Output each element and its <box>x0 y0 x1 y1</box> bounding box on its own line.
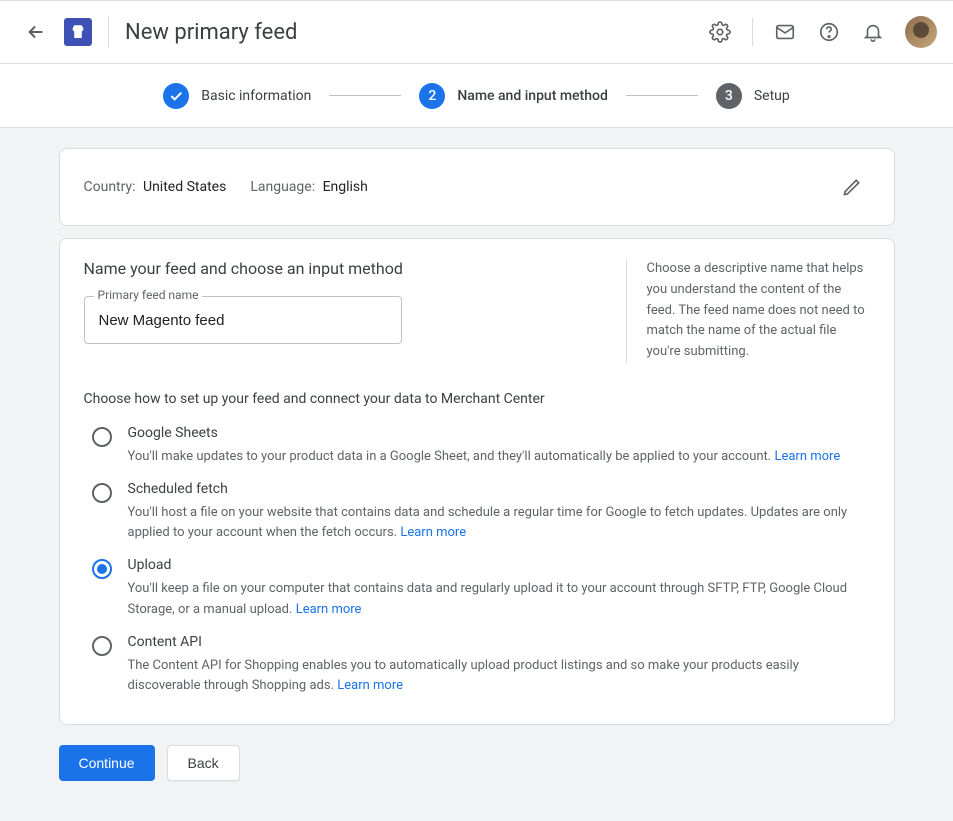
user-avatar[interactable] <box>905 16 937 48</box>
step-todo-circle: 3 <box>716 83 742 109</box>
language-label: Language: <box>250 179 315 195</box>
radio-content-api[interactable] <box>92 636 112 656</box>
stepper: Basic information 2 Name and input metho… <box>0 64 953 128</box>
help-button[interactable] <box>809 12 849 52</box>
bell-icon <box>862 21 884 43</box>
option-title: Scheduled fetch <box>128 481 862 497</box>
step-active-circle: 2 <box>419 83 445 109</box>
step-done-circle <box>163 83 189 109</box>
arrow-left-icon <box>25 21 47 43</box>
main-card: Name your feed and choose an input metho… <box>59 238 895 725</box>
step-name-input-method[interactable]: 2 Name and input method <box>419 83 608 109</box>
button-row: Continue Back <box>59 745 895 781</box>
summary-card: Country: United States Language: English <box>59 148 895 226</box>
mail-icon <box>774 21 796 43</box>
header-divider <box>108 16 109 48</box>
radio-google-sheets[interactable] <box>92 427 112 447</box>
gear-icon <box>709 21 731 43</box>
option-desc: You'll host a file on your website that … <box>128 503 862 543</box>
option-desc: The Content API for Shopping enables you… <box>128 656 862 696</box>
page-body: Country: United States Language: English… <box>0 128 953 821</box>
actions-divider <box>752 18 753 46</box>
edit-summary-button[interactable] <box>834 169 870 205</box>
learn-more-link[interactable]: Learn more <box>337 678 403 693</box>
settings-button[interactable] <box>700 12 740 52</box>
page-title: New primary feed <box>125 20 700 45</box>
option-title: Upload <box>128 557 862 573</box>
option-title: Content API <box>128 634 862 650</box>
step-label: Basic information <box>201 88 311 104</box>
app-header: New primary feed <box>0 0 953 64</box>
option-desc: You'll keep a file on your computer that… <box>128 579 862 619</box>
step-basic-information[interactable]: Basic information <box>163 83 311 109</box>
feed-name-label: Primary feed name <box>94 288 203 302</box>
learn-more-link[interactable]: Learn more <box>296 602 362 617</box>
radio-scheduled-fetch[interactable] <box>92 483 112 503</box>
option-scheduled-fetch[interactable]: Scheduled fetch You'll host a file on yo… <box>84 475 870 551</box>
option-content-api[interactable]: Content API The Content API for Shopping… <box>84 628 870 704</box>
back-arrow-button[interactable] <box>16 12 56 52</box>
radio-upload[interactable] <box>92 559 112 579</box>
section-heading: Name your feed and choose an input metho… <box>84 259 594 278</box>
language-value: English <box>323 179 368 195</box>
merchant-center-icon <box>64 18 92 46</box>
check-icon <box>168 88 184 104</box>
step-setup[interactable]: 3 Setup <box>716 83 790 109</box>
country-label: Country: <box>84 179 136 195</box>
help-icon <box>818 21 840 43</box>
feed-name-field: Primary feed name <box>84 296 402 344</box>
step-connector <box>626 95 698 96</box>
header-actions <box>700 12 937 52</box>
help-panel: Choose a descriptive name that helps you… <box>626 259 870 363</box>
mail-button[interactable] <box>765 12 805 52</box>
option-title: Google Sheets <box>128 425 862 441</box>
step-connector <box>329 95 401 96</box>
step-label: Setup <box>754 88 790 104</box>
feed-name-input[interactable] <box>84 296 402 344</box>
option-upload[interactable]: Upload You'll keep a file on your comput… <box>84 551 870 627</box>
continue-button[interactable]: Continue <box>59 745 155 781</box>
learn-more-link[interactable]: Learn more <box>400 525 466 540</box>
pencil-icon <box>842 177 862 197</box>
country-value: United States <box>143 179 226 195</box>
option-desc: You'll make updates to your product data… <box>128 447 862 467</box>
step-label: Name and input method <box>457 88 608 104</box>
choose-heading: Choose how to set up your feed and conne… <box>84 391 870 407</box>
option-google-sheets[interactable]: Google Sheets You'll make updates to you… <box>84 419 870 475</box>
learn-more-link[interactable]: Learn more <box>774 449 840 464</box>
back-button[interactable]: Back <box>167 745 240 781</box>
notifications-button[interactable] <box>853 12 893 52</box>
